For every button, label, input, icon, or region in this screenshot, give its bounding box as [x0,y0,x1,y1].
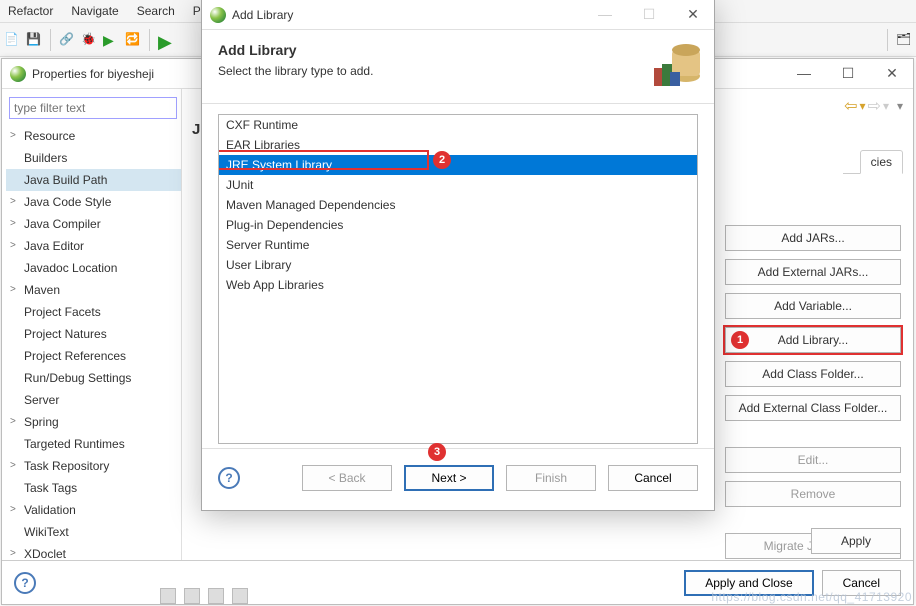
add-external-class-folder-button[interactable]: Add External Class Folder... [725,395,901,421]
status-icon [160,588,176,604]
properties-sidebar: ResourceBuildersJava Build PathJava Code… [2,89,182,604]
dialog-heading: Add Library [218,42,698,58]
add-class-folder-button[interactable]: Add Class Folder... [725,361,901,387]
watermark: https://blog.csdn.net/qq_41713920 [711,590,912,604]
sidebar-item[interactable]: Task Tags [6,477,181,499]
sidebar-item[interactable]: Task Repository [6,455,181,477]
add-library-dialog: Add Library ― ☐ ✕ Add Library Select the… [201,0,715,511]
help-icon[interactable]: ? [14,572,36,594]
sidebar-item[interactable]: Maven [6,279,181,301]
remove-button: Remove [725,481,901,507]
library-type-listbox[interactable]: CXF RuntimeEAR LibrariesJRE System Libra… [218,114,698,444]
callout-2: 2 [433,151,451,169]
menu-item[interactable]: Refactor [8,4,53,18]
dialog-titlebar: Add Library ― ☐ ✕ [202,0,714,30]
new-icon[interactable]: 📄 [4,32,20,48]
tab-libraries[interactable]: cies [860,150,903,174]
sidebar-item[interactable]: Run/Debug Settings [6,367,181,389]
maximize-button[interactable]: ☐ [835,65,861,82]
forward-dropdown: ▾ [883,99,889,113]
sidebar-item[interactable]: Resource [6,125,181,147]
sidebar-item[interactable]: WikiText [6,521,181,543]
edit-button: Edit... [725,447,901,473]
sidebar-item[interactable]: Validation [6,499,181,521]
apply-button[interactable]: Apply [811,528,901,554]
library-list-item[interactable]: Maven Managed Dependencies [219,195,697,215]
dialog-subheading: Select the library type to add. [218,64,698,78]
dialog-maximize: ☐ [636,6,662,23]
library-list-item[interactable]: Web App Libraries [219,275,697,295]
dialog-cancel-button[interactable]: Cancel [608,465,698,491]
dialog-minimize: ― [592,6,618,23]
library-books-icon [648,36,704,92]
add-jars-button[interactable]: Add JARs... [725,225,901,251]
add-library-button[interactable]: Add Library... [725,327,901,353]
sidebar-item[interactable]: Java Editor [6,235,181,257]
library-list-item[interactable]: CXF Runtime [219,115,697,135]
menu-icon[interactable]: ▾ [897,99,903,113]
sidebar-item[interactable]: Java Build Path [6,169,181,191]
properties-tree[interactable]: ResourceBuildersJava Build PathJava Code… [6,125,181,565]
sidebar-item[interactable]: Java Code Style [6,191,181,213]
close-button[interactable]: ✕ [879,65,905,82]
status-icon [184,588,200,604]
sidebar-item[interactable]: Java Compiler [6,213,181,235]
add-variable-button[interactable]: Add Variable... [725,293,901,319]
library-list-item[interactable]: Plug-in Dependencies [219,215,697,235]
back-button: < Back [302,465,392,491]
next-button[interactable]: Next > [404,465,494,491]
dialog-header: Add Library Select the library type to a… [202,30,714,104]
filter-input[interactable] [9,97,177,119]
dialog-button-bar: ? < Back Next > 3 Finish Cancel [202,448,714,506]
menu-item[interactable]: Navigate [71,4,118,18]
library-list-item[interactable]: EAR Libraries [219,135,697,155]
sidebar-item[interactable]: Builders [6,147,181,169]
perspective-icon[interactable]: 🗂 [896,32,912,48]
sidebar-item[interactable]: Project Facets [6,301,181,323]
status-bar-icons [160,588,248,604]
back-arrow-icon[interactable]: ⇦ [844,96,857,116]
library-list-item[interactable]: JUnit [219,175,697,195]
sidebar-item[interactable]: Server [6,389,181,411]
sidebar-item[interactable]: Spring [6,411,181,433]
library-list-item[interactable]: Server Runtime [219,235,697,255]
add-external-jars-button[interactable]: Add External JARs... [725,259,901,285]
menu-item[interactable]: Search [137,4,175,18]
properties-title: Properties for biyesheji [32,67,154,81]
sidebar-item[interactable]: Project References [6,345,181,367]
link-icon[interactable]: 🔗 [59,32,75,48]
forward-arrow-icon: ⇨ [868,96,881,116]
debug-icon[interactable]: 🐞 [81,32,97,48]
buildpath-tabs: cies [843,150,903,174]
dialog-close[interactable]: ✕ [680,6,706,23]
dialog-help-icon[interactable]: ? [218,467,240,489]
status-icon [232,588,248,604]
sidebar-item[interactable]: Project Natures [6,323,181,345]
sidebar-item[interactable]: Javadoc Location [6,257,181,279]
status-icon [208,588,224,604]
eclipse-icon [210,7,226,23]
library-list-item[interactable]: User Library [219,255,697,275]
dialog-title: Add Library [232,8,293,22]
library-list-item[interactable]: JRE System Library [219,155,697,175]
back-dropdown[interactable]: ▾ [860,99,866,113]
callout-1: 1 [731,331,749,349]
save-icon[interactable]: 💾 [26,32,42,48]
sidebar-item[interactable]: Targeted Runtimes [6,433,181,455]
eclipse-icon [10,66,26,82]
run-icon[interactable]: ▶ [103,32,119,48]
coverage-icon[interactable]: 🔁 [125,32,141,48]
finish-button: Finish [506,465,596,491]
run-last-icon[interactable]: ▶ [158,32,174,48]
minimize-button[interactable]: ― [791,65,817,82]
callout-3: 3 [428,443,446,461]
